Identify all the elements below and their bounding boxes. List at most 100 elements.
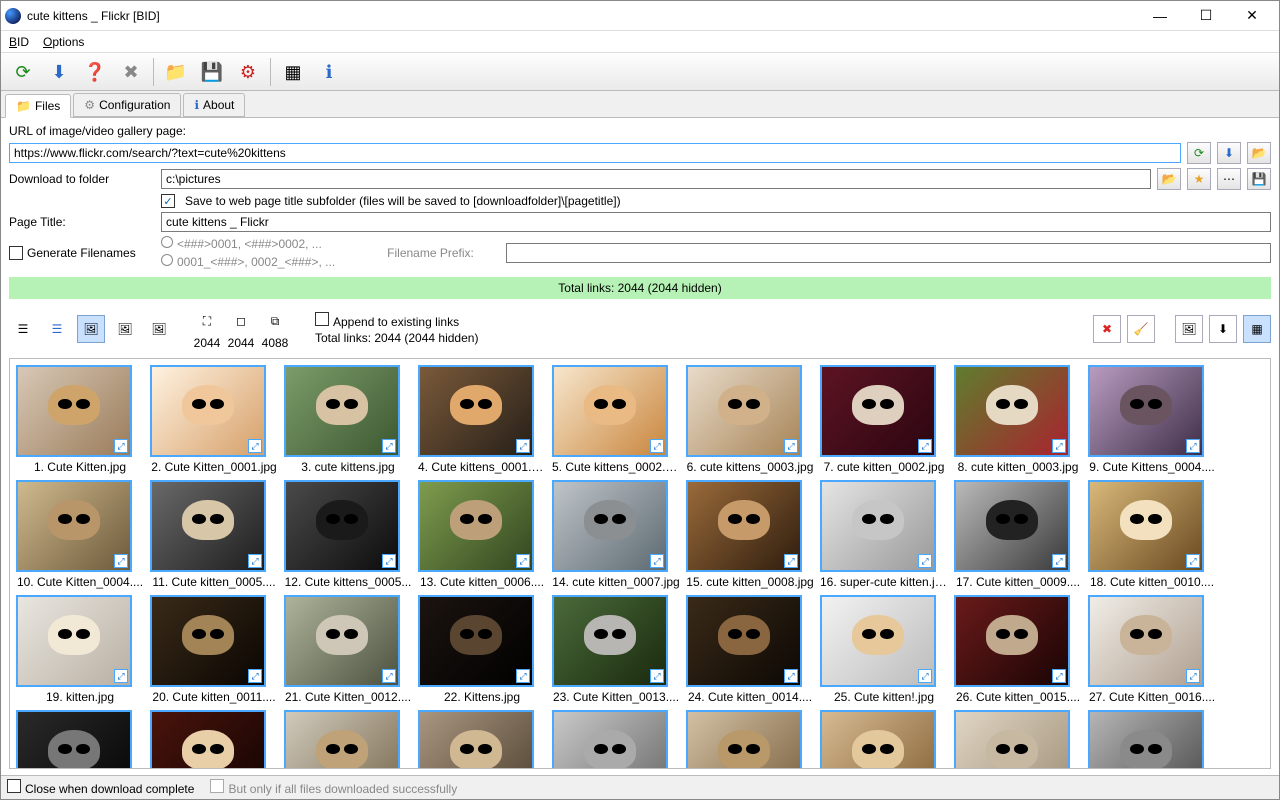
thumbnail-item[interactable]: ⤢19. kitten.jpg bbox=[16, 595, 144, 704]
thumbnail-item[interactable]: ⤢ bbox=[150, 710, 278, 769]
settings-button[interactable]: ⚙ bbox=[232, 56, 264, 88]
filter-expand2-button[interactable]: ◻ bbox=[227, 307, 255, 335]
action1-button[interactable]: 🖼 bbox=[1175, 315, 1203, 343]
thumbnail-item[interactable]: ⤢2. Cute Kitten_0001.jpg bbox=[150, 365, 278, 474]
thumbnail-item[interactable]: ⤢27. Cute Kitten_0016.... bbox=[1088, 595, 1216, 704]
only-if-success-checkbox[interactable] bbox=[210, 779, 224, 793]
page-title-input[interactable] bbox=[161, 212, 1271, 232]
save-folder-button[interactable]: 💾 bbox=[1247, 168, 1271, 190]
view-list-button[interactable]: ☰ bbox=[43, 315, 71, 343]
thumbnail-label: 25. Cute kitten!.jpg bbox=[820, 690, 948, 704]
thumbnail-item[interactable]: ⤢23. Cute Kitten_0013.... bbox=[552, 595, 680, 704]
menu-options[interactable]: Options bbox=[43, 35, 84, 49]
delete-button[interactable]: ✖ bbox=[1093, 315, 1121, 343]
thumbnail-item[interactable]: ⤢ 13. Cute kitten_0006.... bbox=[418, 480, 546, 589]
thumbnail-image: ⤢ bbox=[1088, 710, 1204, 769]
help-button[interactable]: ❓ bbox=[79, 56, 111, 88]
browse-folder-button[interactable]: 📂 bbox=[1157, 168, 1181, 190]
open-folder-button[interactable]: 📁 bbox=[160, 56, 192, 88]
thumbnail-item[interactable]: ⤢6. cute kittens_0003.jpg bbox=[686, 365, 814, 474]
generate-filenames-checkbox[interactable] bbox=[9, 246, 23, 260]
download-button[interactable]: ⬇ bbox=[43, 56, 75, 88]
thumbnail-item[interactable]: ⤢24. Cute kitten_0014.... bbox=[686, 595, 814, 704]
save-button[interactable]: 💾 bbox=[196, 56, 228, 88]
tab-about[interactable]: ℹAbout bbox=[183, 93, 245, 117]
filename-prefix-input[interactable] bbox=[506, 243, 1271, 263]
maximize-button[interactable]: ☐ bbox=[1183, 2, 1229, 30]
filename-pattern2-radio[interactable] bbox=[161, 254, 173, 266]
thumbnail-item[interactable]: ⤢25. Cute kitten!.jpg bbox=[820, 595, 948, 704]
url-refresh-button[interactable]: ⟳ bbox=[1187, 142, 1211, 164]
thumbnail-item[interactable]: ⤢ bbox=[820, 710, 948, 769]
thumbnail-item[interactable]: ⤢21. Cute Kitten_0012.... bbox=[284, 595, 412, 704]
refresh-button[interactable]: ⟳ bbox=[7, 56, 39, 88]
filter-expand3-button[interactable]: ⧉ bbox=[261, 307, 289, 335]
thumbnail-item[interactable]: ⤢ bbox=[686, 710, 814, 769]
thumbnail-item[interactable]: ⤢10. Cute Kitten_0004.... bbox=[16, 480, 144, 589]
tab-files[interactable]: 📁Files bbox=[5, 94, 71, 118]
thumbnail-item[interactable]: ⤢ bbox=[418, 710, 546, 769]
thumbnail-item[interactable]: ⤢15. cute kitten_0008.jpg bbox=[686, 480, 814, 589]
thumbnail-item[interactable]: ⤢8. cute kitten_0003.jpg bbox=[954, 365, 1082, 474]
tab-files-label: Files bbox=[35, 99, 60, 113]
clear-button[interactable]: 🧹 bbox=[1127, 315, 1155, 343]
thumbnail-item[interactable]: ⤢ bbox=[954, 710, 1082, 769]
more-folder-button[interactable]: ⋯ bbox=[1217, 168, 1241, 190]
thumbnail-item[interactable]: ⤢22. Kittens.jpg bbox=[418, 595, 546, 704]
thumbnail-item[interactable]: ⤢ bbox=[284, 710, 412, 769]
thumbnail-item[interactable]: ⤢26. Cute kitten_0015.... bbox=[954, 595, 1082, 704]
thumbnail-item[interactable]: ⤢ bbox=[1088, 710, 1216, 769]
url-download-button[interactable]: ⬇ bbox=[1217, 142, 1241, 164]
view-details-button[interactable]: ☰ bbox=[9, 315, 37, 343]
close-button[interactable]: ✕ bbox=[1229, 2, 1275, 30]
thumbnail-item[interactable]: ⤢16. super-cute kitten.jpg bbox=[820, 480, 948, 589]
favorite-folder-button[interactable]: ★ bbox=[1187, 168, 1211, 190]
thumbnail-image: ⤢ bbox=[820, 365, 936, 457]
expand-icon: ⤢ bbox=[650, 669, 664, 683]
filename-pattern1-radio[interactable] bbox=[161, 236, 173, 248]
thumbnail-label: 13. Cute kitten_0006.... bbox=[418, 575, 546, 589]
thumbnail-item[interactable]: ⤢18. Cute kitten_0010.... bbox=[1088, 480, 1216, 589]
thumbnail-image: ⤢ bbox=[284, 480, 400, 572]
filename-pattern1-label: <###>0001, <###>0002, ... bbox=[177, 237, 322, 251]
cancel-button[interactable]: ✖ bbox=[115, 56, 147, 88]
thumbnail-image: ⤢ bbox=[418, 710, 534, 769]
thumbnail-item[interactable]: ⤢5. Cute kittens_0002.jpg bbox=[552, 365, 680, 474]
subfolder-checkbox[interactable] bbox=[161, 194, 175, 208]
thumbnail-image: ⤢ bbox=[418, 480, 534, 572]
download-folder-input[interactable] bbox=[161, 169, 1151, 189]
thumbnail-image: ⤢ bbox=[954, 595, 1070, 687]
thumbnail-item[interactable]: ⤢12. Cute kittens_0005... bbox=[284, 480, 412, 589]
thumbnail-item[interactable]: ⤢1. Cute Kitten.jpg bbox=[16, 365, 144, 474]
thumbnail-label: 17. Cute kitten_0009.... bbox=[954, 575, 1082, 589]
action2-button[interactable]: ⬇ bbox=[1209, 315, 1237, 343]
view-thumbs-small-button[interactable]: 🖼 bbox=[145, 315, 173, 343]
thumbnail-item[interactable]: ⤢17. Cute kitten_0009.... bbox=[954, 480, 1082, 589]
expand-icon: ⤢ bbox=[1052, 669, 1066, 683]
page-title-label: Page Title: bbox=[9, 215, 155, 229]
thumbnail-item[interactable]: ⤢3. cute kittens.jpg bbox=[284, 365, 412, 474]
close-on-complete-checkbox[interactable] bbox=[7, 779, 21, 793]
thumbnail-item[interactable]: ⤢9. Cute Kittens_0004.... bbox=[1088, 365, 1216, 474]
minimize-button[interactable]: — bbox=[1137, 2, 1183, 30]
url-folder-button[interactable]: 📂 bbox=[1247, 142, 1271, 164]
thumbnail-item[interactable]: ⤢20. Cute kitten_0011.... bbox=[150, 595, 278, 704]
tab-config-label: Configuration bbox=[99, 98, 170, 112]
thumbnail-item[interactable]: ⤢11. Cute kitten_0005.... bbox=[150, 480, 278, 589]
view-thumbs-med-button[interactable]: 🖼 bbox=[111, 315, 139, 343]
tab-configuration[interactable]: ⚙Configuration bbox=[73, 93, 181, 117]
info-button[interactable]: ℹ bbox=[313, 56, 345, 88]
url-input[interactable] bbox=[9, 143, 1181, 163]
menu-bid[interactable]: BID bbox=[9, 35, 29, 49]
thumbnail-item[interactable]: ⤢7. cute kitten_0002.jpg bbox=[820, 365, 948, 474]
thumbnail-item[interactable]: ⤢14. cute kitten_0007.jpg bbox=[552, 480, 680, 589]
thumbnail-item[interactable]: ⤢ bbox=[552, 710, 680, 769]
action3-button[interactable]: ▦ bbox=[1243, 315, 1271, 343]
view-thumbs-large-button[interactable]: 🖼 bbox=[77, 315, 105, 343]
thumbnail-item[interactable]: ⤢ bbox=[16, 710, 144, 769]
append-links-checkbox[interactable] bbox=[315, 312, 329, 326]
filter-expand1-button[interactable]: ⛶ bbox=[193, 307, 221, 335]
grid-button[interactable]: ▦ bbox=[277, 56, 309, 88]
thumbnail-scroll-area[interactable]: ⤢1. Cute Kitten.jpg⤢2. Cute Kitten_0001.… bbox=[9, 358, 1271, 769]
thumbnail-item[interactable]: ⤢4. Cute kittens_0001.jpg bbox=[418, 365, 546, 474]
